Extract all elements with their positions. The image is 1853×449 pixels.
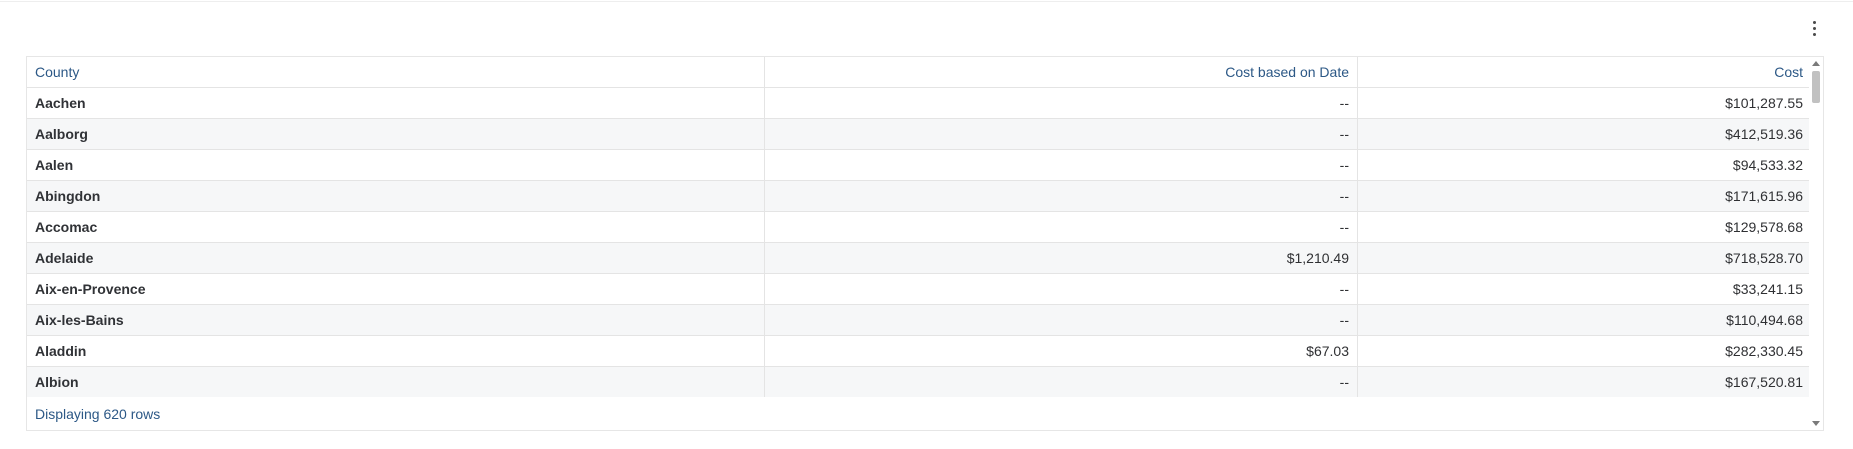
table-row[interactable]: Aix-les-Bains -- $110,494.68 bbox=[27, 305, 1811, 336]
cell-cost-based-on-date: -- bbox=[765, 367, 1358, 397]
scrollbar-thumb[interactable] bbox=[1812, 71, 1820, 103]
cell-cost-based-on-date: -- bbox=[765, 274, 1358, 304]
table-row[interactable]: Aalen -- $94,533.32 bbox=[27, 150, 1811, 181]
column-header-cost-based-on-date[interactable]: Cost based on Date bbox=[765, 57, 1358, 87]
cell-cost-based-on-date: -- bbox=[765, 150, 1358, 180]
table-row[interactable]: Aix-en-Provence -- $33,241.15 bbox=[27, 274, 1811, 305]
cell-cost: $171,615.96 bbox=[1725, 188, 1803, 204]
arrow-up-icon[interactable] bbox=[1812, 61, 1820, 66]
cell-cost: $110,494.68 bbox=[1726, 312, 1803, 328]
cell-county: Aix-les-Bains bbox=[27, 305, 765, 335]
cell-cost: $167,520.81 bbox=[1725, 374, 1803, 390]
top-divider bbox=[0, 1, 1853, 2]
cell-county: Aladdin bbox=[27, 336, 765, 366]
cell-county: Aalborg bbox=[27, 119, 765, 149]
cell-cost-based-on-date: -- bbox=[765, 212, 1358, 242]
column-header-county[interactable]: County bbox=[27, 57, 765, 87]
arrow-down-icon[interactable] bbox=[1812, 421, 1820, 426]
table-row[interactable]: Aachen -- $101,287.55 bbox=[27, 88, 1811, 119]
table-row[interactable]: Aalborg -- $412,519.36 bbox=[27, 119, 1811, 150]
cell-cost: $282,330.45 bbox=[1725, 343, 1803, 359]
table-row[interactable]: Abingdon -- $171,615.96 bbox=[27, 181, 1811, 212]
table-row[interactable]: Albion -- $167,520.81 bbox=[27, 367, 1811, 398]
cell-cost-based-on-date: $1,210.49 bbox=[765, 243, 1358, 273]
vertical-scrollbar[interactable] bbox=[1809, 57, 1823, 430]
table-row[interactable]: Adelaide $1,210.49 $718,528.70 bbox=[27, 243, 1811, 274]
cell-county: Accomac bbox=[27, 212, 765, 242]
cell-county: Aalen bbox=[27, 150, 765, 180]
cell-cost: $94,533.32 bbox=[1732, 157, 1803, 173]
row-count-footer: Displaying 620 rows bbox=[27, 397, 1811, 430]
data-table: County Cost based on Date Cost Aachen --… bbox=[26, 56, 1824, 431]
cell-cost-based-on-date: -- bbox=[765, 119, 1358, 149]
page: County Cost based on Date Cost Aachen --… bbox=[0, 0, 1853, 449]
table-row[interactable]: Accomac -- $129,578.68 bbox=[27, 212, 1811, 243]
table-grid: County Cost based on Date Cost Aachen --… bbox=[27, 57, 1811, 398]
cell-cost: $718,528.70 bbox=[1725, 250, 1803, 266]
more-options-icon[interactable] bbox=[1807, 18, 1821, 38]
cell-cost-based-on-date: $67.03 bbox=[765, 336, 1358, 366]
table-row[interactable]: Aladdin $67.03 $282,330.45 bbox=[27, 336, 1811, 367]
cell-county: Aachen bbox=[27, 88, 765, 118]
cell-cost: $129,578.68 bbox=[1725, 219, 1803, 235]
cell-county: Aix-en-Provence bbox=[27, 274, 765, 304]
cell-county: Abingdon bbox=[27, 181, 765, 211]
cell-cost-based-on-date: -- bbox=[765, 305, 1358, 335]
cell-cost: $412,519.36 bbox=[1725, 126, 1803, 142]
cell-cost-based-on-date: -- bbox=[765, 181, 1358, 211]
table-header-row: County Cost based on Date Cost bbox=[27, 57, 1811, 88]
cell-county: Adelaide bbox=[27, 243, 765, 273]
cell-cost-based-on-date: -- bbox=[765, 88, 1358, 118]
cell-county: Albion bbox=[27, 367, 765, 397]
cell-cost: $101,287.55 bbox=[1725, 95, 1803, 111]
cell-cost: $33,241.15 bbox=[1732, 281, 1803, 297]
column-header-cost[interactable]: Cost bbox=[1358, 57, 1811, 87]
